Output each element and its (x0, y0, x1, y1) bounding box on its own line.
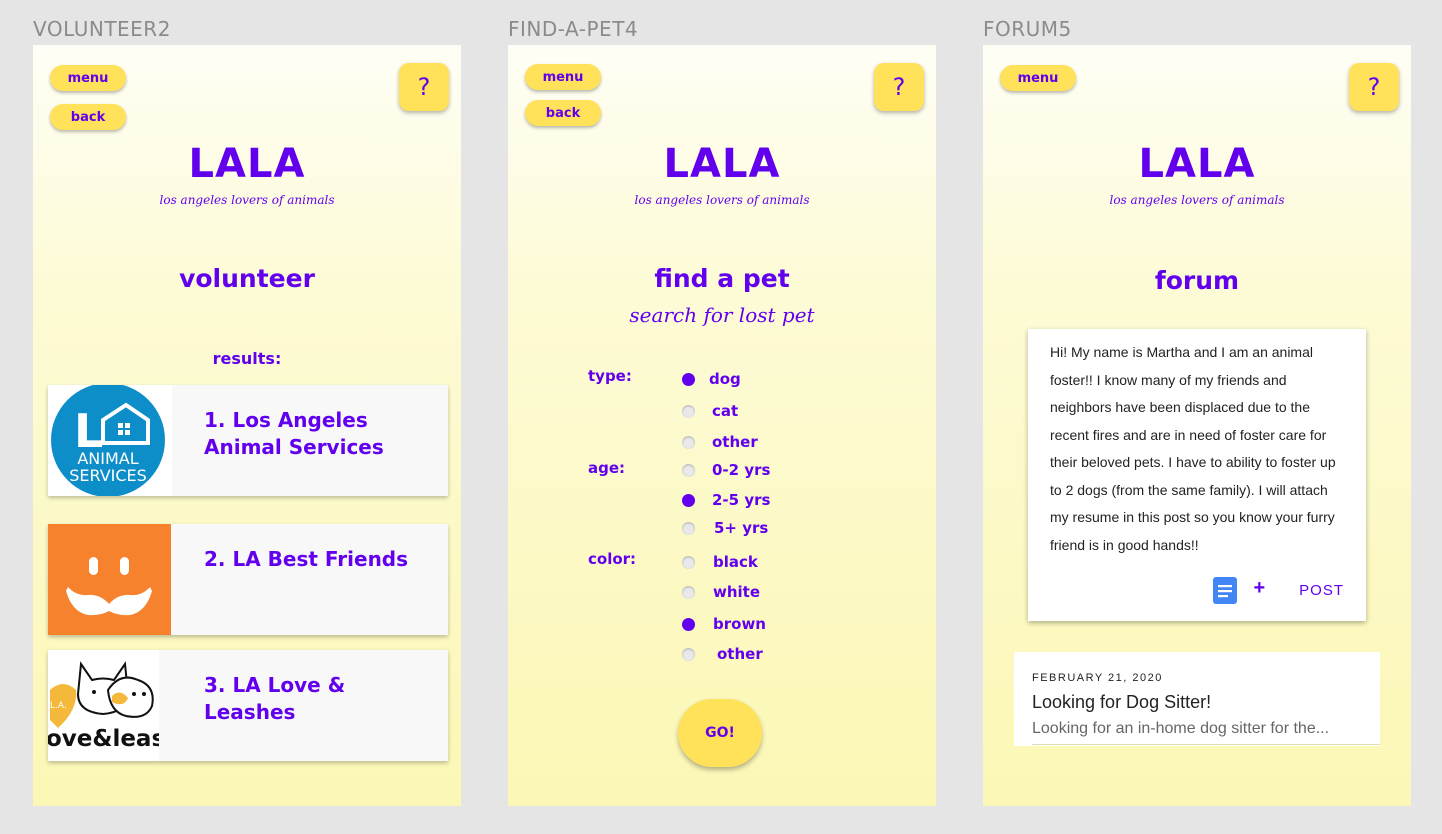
page-title: volunteer (179, 264, 315, 293)
type-label: type: (588, 367, 632, 385)
best-friends-logo (48, 524, 171, 635)
radio-label: white (713, 583, 761, 601)
volunteer-screen: menu back ? LALA los angeles lovers of a… (33, 45, 461, 806)
result-title: 2. LA Best Friends (204, 547, 409, 571)
love-leashes-text: ove&leas (48, 726, 159, 752)
results-label: results: (212, 349, 282, 368)
color-label: color: (588, 550, 637, 568)
radio-color-white[interactable]: white (682, 583, 760, 601)
radio-indicator (682, 647, 695, 661)
radio-indicator (682, 435, 695, 449)
love-leashes-badge: L.A. (50, 701, 67, 711)
frame-label-forum: FORUM5 (983, 17, 1072, 41)
radio-indicator (682, 521, 695, 535)
frame-label-find-a-pet: FIND-A-PET4 (508, 17, 639, 41)
radio-indicator (682, 372, 695, 386)
help-button[interactable]: ? (874, 63, 924, 111)
app-logo: LALA (188, 141, 306, 187)
radio-label: dog (709, 370, 741, 388)
radio-indicator (682, 585, 695, 599)
listing-divider (1032, 744, 1380, 745)
la-logo-text-2: SERVICES (69, 466, 147, 485)
radio-age-5-plus[interactable]: 5+ yrs (682, 519, 768, 537)
radio-color-black[interactable]: black (682, 553, 758, 571)
page-title: find a pet (654, 264, 790, 293)
radio-label: 5+ yrs (714, 519, 769, 537)
radio-color-other[interactable]: other (682, 645, 763, 663)
post-textarea[interactable]: Hi! My name is Martha and I am an animal… (1050, 339, 1350, 559)
radio-label: brown (713, 615, 766, 633)
result-card-la-love-leashes[interactable]: L.A. ove&leas 3. LA Love & Leashes (48, 650, 448, 761)
help-button[interactable]: ? (1349, 63, 1399, 111)
radio-color-brown[interactable]: brown (682, 615, 766, 633)
radio-indicator (682, 555, 695, 569)
forum-listing[interactable]: FEBRUARY 21, 2020 Looking for Dog Sitter… (1014, 652, 1380, 746)
result-card-la-best-friends[interactable]: 2. LA Best Friends (48, 524, 448, 635)
radio-label: black (713, 553, 758, 571)
radio-indicator (682, 617, 695, 631)
help-button[interactable]: ? (399, 63, 449, 111)
result-title: 3. LA Love & Leashes (204, 673, 346, 724)
result-title: 1. Los Angeles Animal Services (204, 408, 384, 459)
listing-date: FEBRUARY 21, 2020 (1032, 672, 1163, 684)
radio-label: other (717, 645, 763, 663)
listing-title: Looking for Dog Sitter! (1032, 692, 1212, 712)
frame-label-volunteer: VOLUNTEER2 (33, 17, 171, 41)
app-tagline: los angeles lovers of animals (634, 193, 810, 207)
find-a-pet-screen: menu back ? LALA los angeles lovers of a… (508, 45, 936, 806)
radio-indicator (682, 404, 695, 418)
radio-indicator (682, 493, 695, 507)
post-button[interactable]: POST (1299, 582, 1344, 599)
la-animal-services-logo: L ANIMAL SERVICES (48, 385, 172, 496)
listing-snippet: Looking for an in-home dog sitter for th… (1032, 720, 1330, 737)
document-icon[interactable] (1213, 577, 1238, 604)
radio-type-dog[interactable]: dog (682, 370, 741, 388)
post-composer: Hi! My name is Martha and I am an animal… (1028, 329, 1366, 621)
radio-type-other[interactable]: other (682, 433, 758, 451)
radio-age-2-5[interactable]: 2-5 yrs (682, 491, 770, 509)
age-label: age: (588, 459, 626, 477)
menu-button[interactable]: menu (1000, 65, 1076, 91)
page-subtitle: search for lost pet (629, 303, 815, 327)
radio-label: other (712, 433, 758, 451)
love-leashes-logo: L.A. ove&leas (48, 650, 159, 761)
add-attachment-button[interactable]: + (1253, 577, 1265, 600)
menu-button[interactable]: menu (525, 64, 601, 90)
forum-screen: menu ? LALA los angeles lovers of animal… (983, 45, 1411, 806)
app-logo: LALA (1138, 141, 1256, 187)
radio-age-0-2[interactable]: 0-2 yrs (682, 461, 770, 479)
app-tagline: los angeles lovers of animals (159, 193, 335, 207)
app-tagline: los angeles lovers of animals (1109, 193, 1285, 207)
back-button[interactable]: back (50, 104, 126, 130)
app-logo: LALA (663, 141, 781, 187)
go-button[interactable]: GO! (678, 699, 762, 767)
radio-label: 0-2 yrs (712, 461, 771, 479)
radio-label: 2-5 yrs (712, 491, 771, 509)
post-actions: + POST (1213, 577, 1344, 604)
radio-label: cat (712, 402, 739, 420)
radio-indicator (682, 463, 695, 477)
radio-type-cat[interactable]: cat (682, 402, 738, 420)
result-card-la-animal-services[interactable]: L ANIMAL SERVICES 1. Los Angeles Animal … (48, 385, 448, 496)
menu-button[interactable]: menu (50, 65, 126, 91)
back-button[interactable]: back (525, 100, 601, 126)
page-title: forum (1154, 266, 1240, 295)
